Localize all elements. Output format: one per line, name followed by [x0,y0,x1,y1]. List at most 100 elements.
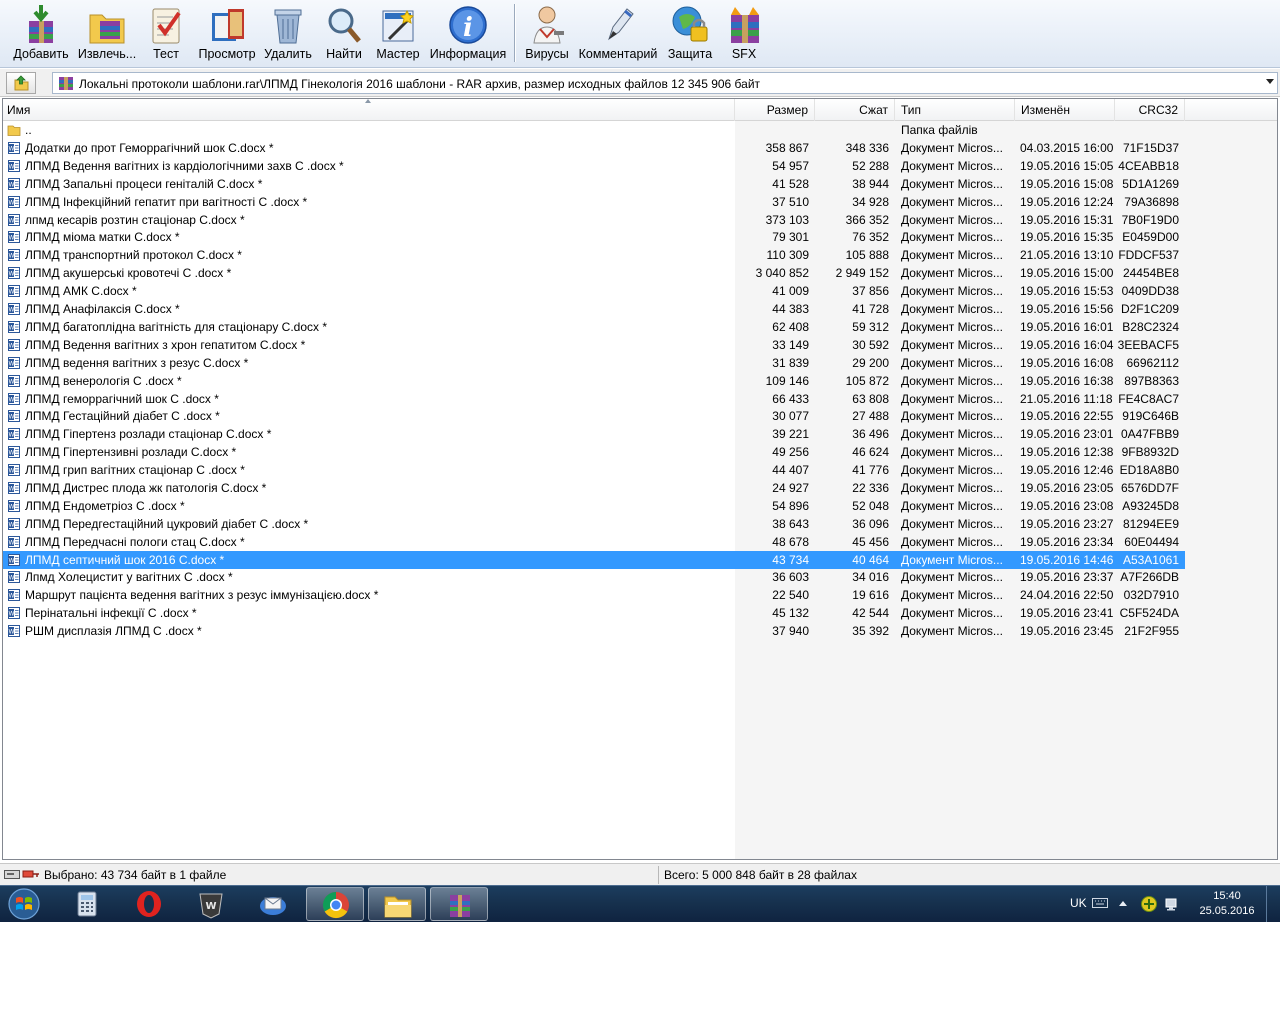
test-button[interactable]: Тест [140,0,192,66]
table-row[interactable]: W ЛПМД Гестаційний діабет С .docx * 30 077… [3,407,1185,425]
table-row[interactable]: W ЛПМД Передгестаційний цукровий діабет С… [3,515,1185,533]
table-row[interactable]: Wлпмд кесарів розтин стаціонар С.docx * 3… [3,211,1185,229]
file-crc: 71F15D37 [1122,141,1179,155]
table-row[interactable]: W ЛПМД Інфекційний гепатит при вагітності… [3,193,1185,211]
column-header-packed[interactable]: Сжат [815,99,895,121]
table-row[interactable]: W ЛПМД геморрагічний шок С .docx * 66 433 6… [3,390,1185,408]
file-type: Документ Micros... [901,517,1003,531]
table-row[interactable]: W Додатки до прот Геморрагічний шок С.doc… [3,139,1185,157]
file-crc: 21F2F955 [1124,624,1179,638]
start-button[interactable] [4,887,44,921]
file-crc: A7F266DB [1120,570,1179,584]
table-row[interactable]: W ЛПМД Гіпертензивні розлади С.docx * 49 2… [3,443,1185,461]
taskbar-opera-button[interactable] [120,887,178,921]
taskbar-calculator-button[interactable] [58,887,116,921]
address-dropdown-icon[interactable] [1266,79,1274,84]
table-row[interactable]: W ЛПМД Ендометріоз С .docx * 54 896 52 048 Д… [3,497,1185,515]
table-row[interactable]: W ЛПМД Дистрес плода жк патологія С.docx … [3,479,1185,497]
file-name: ЛПМД Анафілаксія С.docx * [25,302,180,316]
table-row[interactable]: W ЛПМД венерологія С .docx * 109 146 105 87… [3,372,1185,390]
word-document-icon: W [8,321,20,333]
file-size: 54 896 [772,499,809,513]
table-row[interactable]: W ЛПМД Ведення вагітних з хрон гепатитом … [3,336,1185,354]
file-modified: 19.05.2016 15:00 [1020,266,1114,280]
svg-text:W: W [9,307,15,314]
wizard-button[interactable]: Мастер [372,0,424,66]
table-row[interactable]: W ЛПМД акушерські кровотечі С .docx * 3 04… [3,264,1185,282]
virus-button[interactable]: Вирусы [520,0,574,66]
svg-text:W: W [9,343,15,350]
svg-text:W: W [9,522,15,529]
extract-button[interactable]: Извлечь... [74,0,140,66]
clock[interactable]: 15:40 25.05.2016 [1192,889,1262,919]
delete-button[interactable]: Удалить [260,0,316,66]
column-header-crc[interactable]: CRC32 [1115,99,1185,121]
column-packed-label: Сжат [859,103,888,117]
table-row[interactable]: W РШМ дисплазія ЛПМД С .docx * 37 940 35 39… [3,622,1185,640]
up-folder-button[interactable] [6,72,36,94]
table-row-selected[interactable]: W ЛПМД септичний шок 2016 С.docx * 43 734 4… [3,551,1185,569]
show-desktop-button[interactable] [1266,886,1280,922]
file-modified: 19.05.2016 12:46 [1020,463,1114,477]
table-row[interactable]: W ЛПМД Запальні процеси геніталій С.docx … [3,175,1185,193]
extract-label: Извлечь... [77,47,137,61]
file-modified: 19.05.2016 12:38 [1020,445,1114,459]
column-header-type[interactable]: Тип [895,99,1015,121]
column-modified-label: Изменён [1021,103,1070,117]
file-type: Документ Micros... [901,338,1003,352]
word-document-icon: W [8,196,20,208]
column-header-modified[interactable]: Изменён [1015,99,1115,121]
svg-text:W: W [9,504,15,511]
winrar-icon [450,895,470,917]
table-row[interactable]: W ЛПМД Гіпертенз розлади стаціонар С.docx… [3,425,1185,443]
table-row[interactable]: W Перінатальні інфекції С .docx * 45 132 42… [3,604,1185,622]
file-list[interactable]: Имя Размер Сжат Тип Изменён CRC32 .. Папк… [2,98,1278,860]
table-row[interactable]: W ЛПМД міома матки С.docx * 79 301 76 352 До… [3,228,1185,246]
file-crc: 5D1A1269 [1122,177,1179,191]
find-button[interactable]: Найти [318,0,370,66]
network-icon[interactable] [1164,896,1180,912]
table-row[interactable]: W ЛПМД Анафілаксія С.docx * 44 383 41 728 До… [3,300,1185,318]
keyboard-icon[interactable] [1092,897,1108,909]
keyboard-language[interactable]: UK [1070,896,1087,910]
show-hidden-icons-icon[interactable] [1118,899,1128,907]
table-row[interactable]: W ЛПМД Ведення вагітних із кардіологічним… [3,157,1185,175]
file-modified: 19.05.2016 23:34 [1020,535,1114,549]
taskbar-file-explorer-button[interactable] [368,887,426,921]
svg-text:W: W [9,558,15,565]
taskbar-chrome-button[interactable] [306,887,364,921]
table-row[interactable]: W ЛПМД транспортний протокол С.docx * 110 … [3,246,1185,264]
info-button[interactable]: i Информация [426,0,510,66]
column-header-size[interactable]: Размер [735,99,815,121]
file-modified: 19.05.2016 15:56 [1020,302,1114,316]
view-button[interactable]: Просмотр [194,0,260,66]
protect-button[interactable]: Защита [662,0,718,66]
file-packed: 76 352 [852,230,889,244]
file-crc: 81294EE9 [1122,517,1179,531]
table-row[interactable]: W ЛПМД Передчасні пологи стац С.docx * 48 … [3,533,1185,551]
table-row[interactable]: W ЛПМД багатоплідна вагітність для стаціо… [3,318,1185,336]
add-button[interactable]: Добавить [10,0,72,66]
table-row[interactable]: .. Папка файлів [3,121,1185,139]
file-crc: 897B8363 [1124,374,1179,388]
table-row[interactable]: W ЛПМД ведення вагітних з резус С.docx * 3… [3,354,1185,372]
file-modified: 19.05.2016 15:35 [1020,230,1114,244]
file-modified: 21.05.2016 13:10 [1020,248,1114,262]
table-row[interactable]: W ЛПМД АМК С.docx * 41 009 37 856 Документ M… [3,282,1185,300]
address-field[interactable]: Локальні протоколи шаблони.rar\ЛПМД Гіне… [52,72,1278,94]
tray-app-icon[interactable] [1140,895,1158,913]
table-row[interactable]: W Лпмд Холецистит у вагітних С .docx * 36 … [3,568,1185,586]
file-packed: 34 928 [852,195,889,209]
taskbar-world-of-tanks-button[interactable]: W [182,887,240,921]
svg-text:W: W [9,325,15,332]
sfx-button[interactable]: SFX [720,0,768,66]
word-document-icon: W [8,536,20,548]
taskbar-mail-button[interactable] [244,887,302,921]
taskbar-winrar-button[interactable] [430,887,488,921]
table-row[interactable]: W Маршрут пацієнта ведення вагітних з рез… [3,586,1185,604]
file-crc: FE4C8AC7 [1118,392,1179,406]
column-header-name[interactable]: Имя [3,99,735,121]
comment-button[interactable]: Комментарий [576,0,660,66]
file-type: Документ Micros... [901,213,1003,227]
table-row[interactable]: W ЛПМД грип вагітних стаціонар С .docx * 4… [3,461,1185,479]
